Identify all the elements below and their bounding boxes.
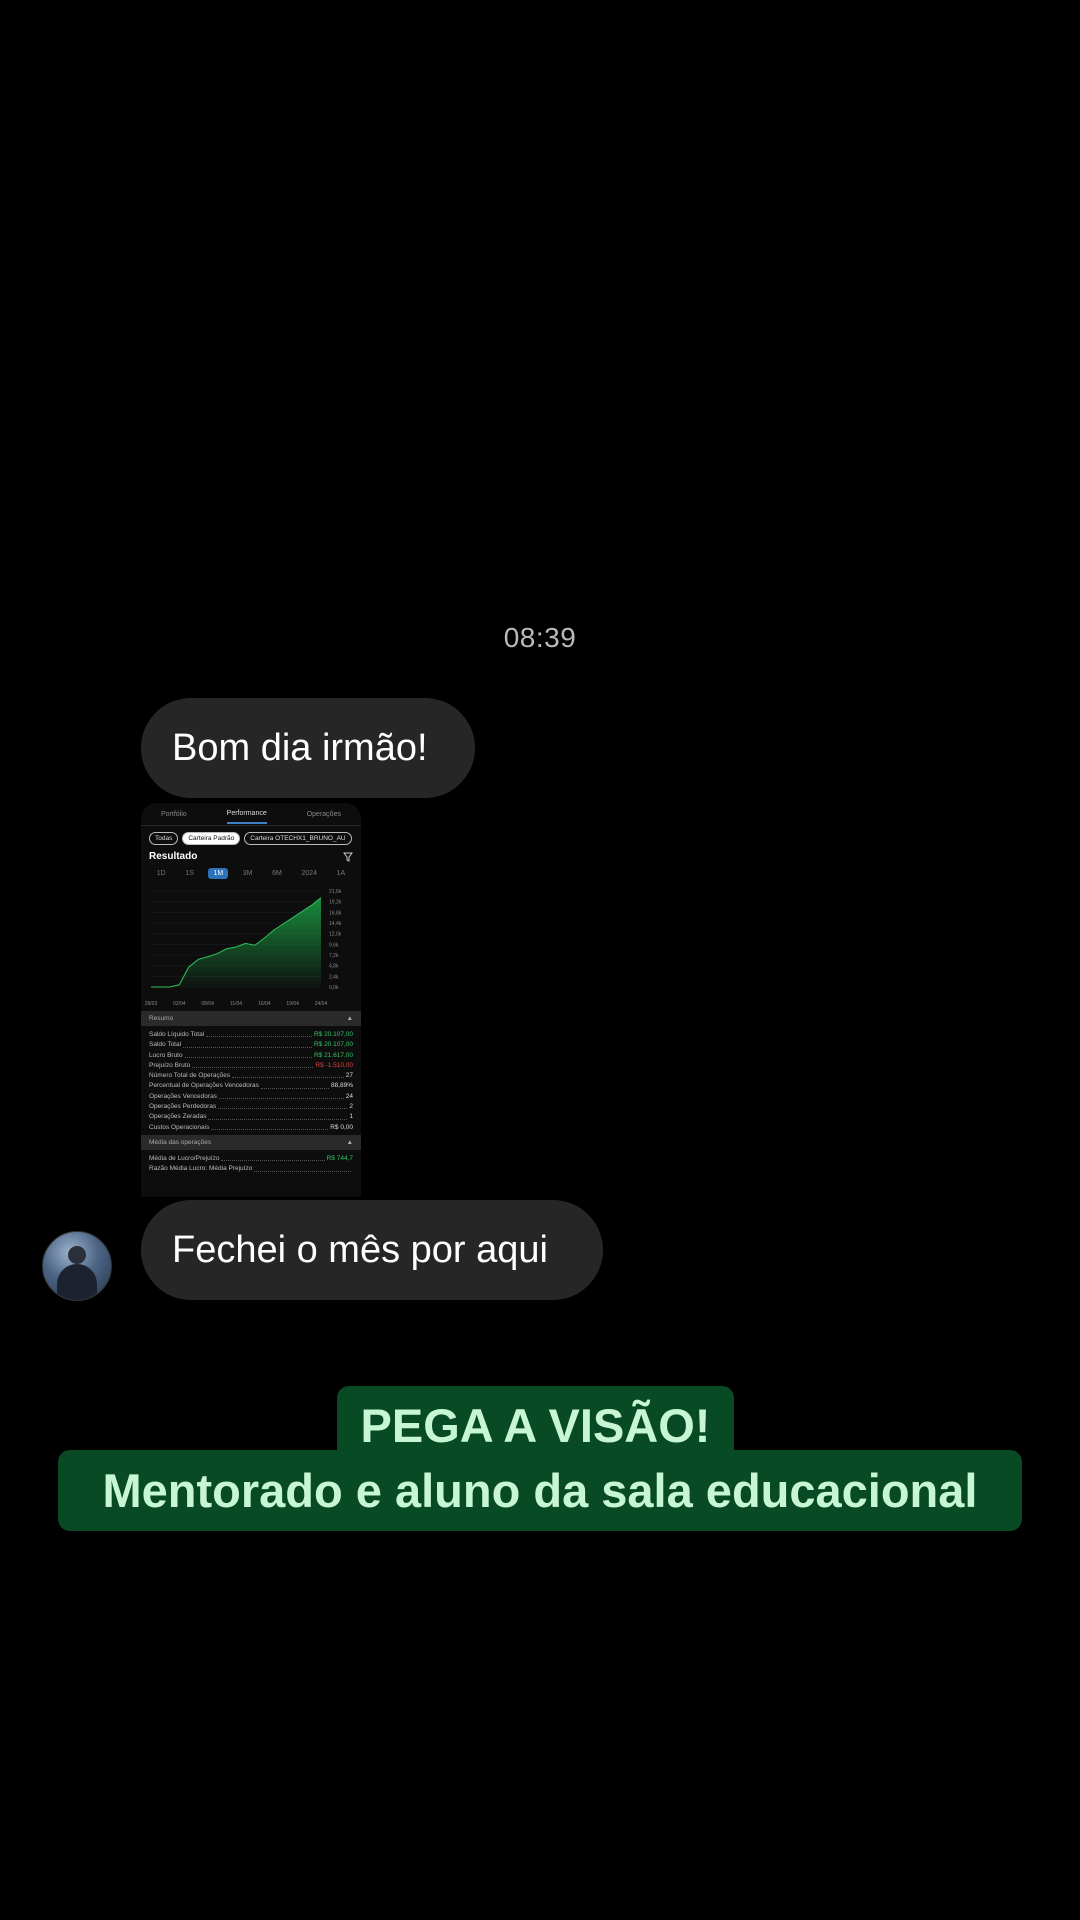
- chip-carteira-otechx: Carteira OTECHX1_BRUNO_AU: [244, 832, 352, 845]
- stat-label: Operações Vencedoras: [149, 1092, 217, 1100]
- message-bubble[interactable]: Fechei o mês por aqui: [141, 1200, 603, 1300]
- result-title: Resultado: [149, 851, 198, 862]
- stat-row: Operações Zeradas 1: [149, 1112, 353, 1122]
- x-tick-label: 24/04: [315, 1001, 328, 1007]
- resumo-label: Resumo: [149, 1015, 174, 1022]
- stat-label: Operações Perdedoras: [149, 1103, 217, 1111]
- collapse-icon: ▲: [346, 1138, 353, 1146]
- resumo-header: Resumo ▲: [141, 1011, 361, 1026]
- period-1m: 1M: [208, 868, 229, 879]
- x-tick-label: 16/04: [258, 1001, 271, 1007]
- media-header: Média das operações ▲: [141, 1134, 361, 1150]
- collapse-icon: ▲: [346, 1015, 353, 1022]
- stat-label: Número Total de Operações: [149, 1072, 231, 1080]
- stat-label: Custos Operacionais: [149, 1123, 210, 1131]
- stat-row: Custos Operacionais R$ 0,00: [149, 1123, 353, 1133]
- stat-value: 27: [345, 1072, 353, 1080]
- y-tick-label: 21,6k: [329, 889, 342, 895]
- stat-row: Operações Vencedoras 24: [149, 1092, 353, 1102]
- stat-row: Número Total de Operações 27: [149, 1071, 353, 1081]
- message-bubble[interactable]: Bom dia irmão!: [141, 698, 475, 798]
- period-6m: 6M: [272, 870, 282, 877]
- y-tick-label: 14,4k: [329, 921, 342, 927]
- period-2024: 2024: [301, 870, 317, 877]
- stat-row: Operações Perdedoras 2: [149, 1102, 353, 1112]
- period-1s: 1S: [185, 870, 194, 877]
- performance-area: [151, 897, 321, 987]
- period-selector: 1D 1S 1M 3M 6M 2024 1A: [141, 864, 361, 883]
- chip-todas: Todas: [149, 832, 179, 845]
- tab-performance: Performance: [226, 804, 267, 824]
- stat-row: Média de Lucro/Prejuízo R$ 744,7: [149, 1154, 353, 1164]
- stat-value: R$ 0,00: [330, 1123, 353, 1131]
- media-stats: Média de Lucro/Prejuízo R$ 744,7 Razão Méd…: [141, 1150, 361, 1177]
- stat-value: R$ 744,7: [326, 1154, 353, 1162]
- stat-row: Saldo Líquido Total R$ 20.107,00: [149, 1030, 353, 1040]
- stat-label: Saldo Total: [149, 1041, 182, 1049]
- y-tick-label: 12,0k: [329, 932, 342, 938]
- tab-operacoes: Operações: [306, 811, 341, 818]
- stat-label: Prejuízo Bruto: [149, 1061, 191, 1069]
- period-1d: 1D: [156, 870, 166, 877]
- stat-row: Razão Média Lucro: Média Prejuízo: [149, 1164, 353, 1174]
- y-tick-label: 7,2k: [329, 953, 339, 959]
- screenshot-tab-bar: Portfólio Performance Operações: [141, 803, 361, 826]
- tab-portfolio: Portfólio: [160, 811, 187, 818]
- stat-value: R$ 21.617,00: [313, 1051, 353, 1059]
- media-label: Média das operações: [149, 1138, 212, 1146]
- y-tick-label: 0,0k: [329, 985, 339, 991]
- stat-value: 88,89%: [330, 1082, 353, 1090]
- stat-value: 1: [349, 1113, 353, 1121]
- caption-subline: Mentorado e aluno da sala educacional: [58, 1450, 1022, 1531]
- y-tick-label: 4,8k: [329, 964, 339, 970]
- y-tick-label: 16,8k: [329, 910, 342, 916]
- y-tick-label: 19,2k: [329, 900, 342, 906]
- message-timestamp: 08:39: [503, 622, 577, 653]
- shared-screenshot-image[interactable]: Portfólio Performance Operações Todas Ca…: [141, 803, 361, 1197]
- chip-carteira-padrao: Carteira Padrão: [182, 832, 241, 845]
- stat-row: Saldo Total R$ 20.107,00: [149, 1040, 353, 1050]
- resumo-stats: Saldo Líquido Total R$ 20.107,00 Saldo Tot…: [141, 1026, 361, 1135]
- stat-row: Percentual de Operações Vencedoras 88,89%: [149, 1081, 353, 1091]
- x-tick-label: 11/04: [230, 1001, 242, 1007]
- x-tick-label: 08/04: [201, 1001, 214, 1007]
- message-text: Fechei o mês por aqui: [172, 1228, 548, 1271]
- stat-row: Lucro Bruto R$ 21.617,00: [149, 1051, 353, 1061]
- y-tick-label: 2,4k: [329, 974, 339, 980]
- avatar[interactable]: [42, 1231, 112, 1301]
- stat-value: R$ -1.510,00: [315, 1061, 353, 1069]
- stat-label: Média de Lucro/Prejuízo: [149, 1154, 220, 1162]
- x-tick-label: 19/04: [286, 1001, 299, 1007]
- stat-value: 24: [345, 1092, 353, 1100]
- y-tick-label: 9,6k: [329, 942, 339, 948]
- portfolio-chips: Todas Carteira Padrão Carteira OTECHX1_B…: [141, 826, 361, 849]
- stat-label: Saldo Líquido Total: [149, 1031, 205, 1038]
- x-tick-label: 02/04: [173, 1001, 186, 1007]
- performance-chart: 0,0k 2,4k 4,8k 7,2k 9,6k 12,0k 14,4k 16,8k 19,2k…: [145, 889, 342, 1007]
- stat-value: R$ 20.107,00: [313, 1041, 353, 1049]
- stat-label: Operações Zeradas: [149, 1113, 207, 1121]
- stat-label: Razão Média Lucro: Média Prejuízo: [149, 1165, 253, 1173]
- stat-row: Prejuízo Bruto R$ -1.510,00: [149, 1061, 353, 1071]
- stat-label: Lucro Bruto: [149, 1051, 183, 1059]
- filter-icon: [343, 852, 353, 862]
- x-tick-label: 28/03: [145, 1001, 158, 1007]
- stat-value: 2: [349, 1103, 353, 1111]
- message-text: Bom dia irmão!: [172, 726, 428, 769]
- stat-value: R$ 20.107,00: [313, 1031, 353, 1038]
- period-1a: 1A: [336, 870, 346, 877]
- period-3m: 3M: [242, 870, 253, 877]
- stat-label: Percentual de Operações Vencedoras: [149, 1082, 259, 1090]
